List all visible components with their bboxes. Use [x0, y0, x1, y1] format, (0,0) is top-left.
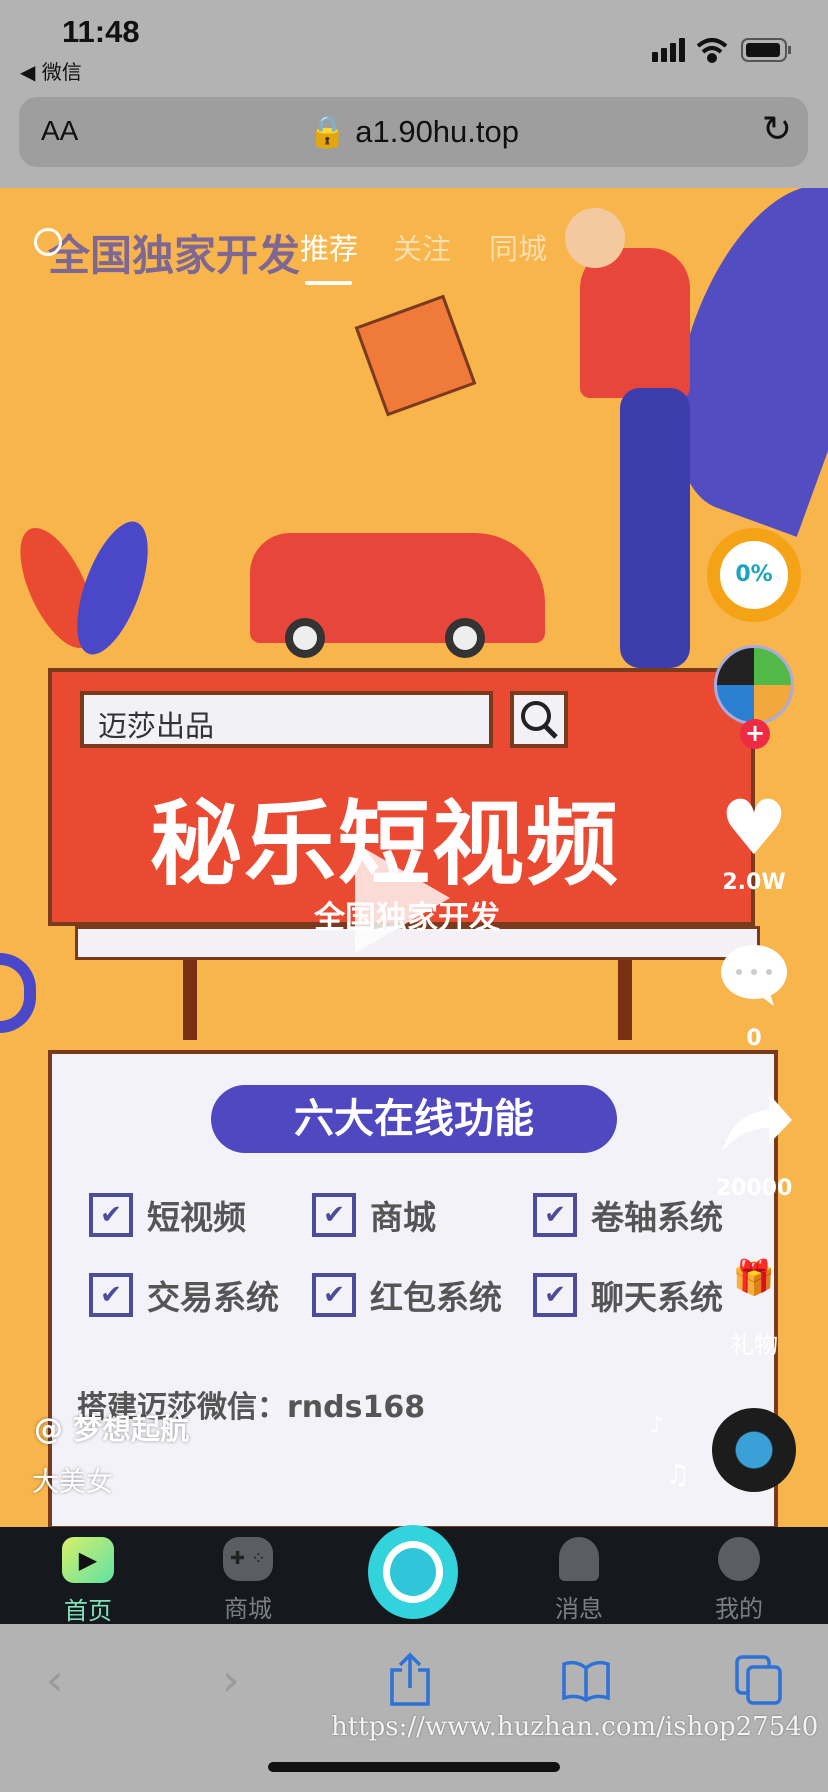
battery-icon [741, 38, 791, 62]
camera-icon [383, 1541, 443, 1603]
music-note-icon: ♪ [650, 1413, 665, 1438]
feature-item: ✔ 短视频 [89, 1191, 246, 1239]
sign-post [618, 960, 632, 1040]
tab-local[interactable]: 同城 [489, 226, 547, 268]
feature-item: ✔ 红包系统 [312, 1271, 502, 1319]
status-icons [652, 38, 791, 63]
ring-decoration [0, 953, 36, 1033]
courier-legs [620, 388, 690, 668]
feature-item: ✔ 聊天系统 [533, 1271, 723, 1319]
reload-icon[interactable]: ↻ [762, 109, 792, 150]
gift-label[interactable]: 礼物 [700, 1325, 808, 1360]
tab-me[interactable]: 我的 [679, 1537, 799, 1624]
tabs-icon[interactable] [734, 1654, 784, 1706]
video-feed[interactable]: 全国独家开发 推荐 关注 同城 迈莎出品 秘乐短视频 全国独家开发 六大在线功能… [0, 188, 828, 1527]
gamepad-icon: ✚ ⁘ [223, 1537, 273, 1581]
signal-icon [652, 38, 685, 62]
music-disc[interactable] [712, 1408, 796, 1492]
checkbox-icon: ✔ [89, 1273, 133, 1317]
checkbox-icon: ✔ [312, 1273, 356, 1317]
feature-item: ✔ 商城 [312, 1191, 436, 1239]
feature-item: ✔ 卷轴系统 [533, 1191, 723, 1239]
like-count: 2.0W [722, 870, 786, 895]
tab-following[interactable]: 关注 [393, 226, 451, 268]
lock-icon: 🔒 [308, 114, 347, 149]
follow-plus-icon[interactable]: + [740, 719, 770, 749]
back-button[interactable]: ‹ [46, 1655, 64, 1706]
back-to-wechat[interactable]: ◀ 微信 [20, 56, 82, 85]
checkbox-icon: ✔ [312, 1193, 356, 1237]
tab-home[interactable]: ▶ 首页 [28, 1537, 148, 1626]
url-text[interactable]: 🔒 a1.90hu.top [19, 113, 808, 150]
tab-messages[interactable]: 消息 [519, 1537, 639, 1624]
author-avatar[interactable] [714, 645, 794, 725]
van-wheel [285, 618, 325, 658]
active-tab-indicator [305, 281, 352, 285]
package-illustration [354, 294, 477, 417]
address-bar[interactable]: AA 🔒 a1.90hu.top ↻ [19, 97, 808, 167]
music-note-icon: ♫ [665, 1458, 691, 1491]
comment-icon[interactable] [700, 940, 808, 1016]
share-count: 20000 [715, 1176, 793, 1201]
smiley-icon [718, 1537, 760, 1581]
bookmarks-icon[interactable] [562, 1660, 610, 1702]
home-play-icon: ▶ [62, 1537, 114, 1583]
checkbox-icon: ✔ [533, 1273, 577, 1317]
sign-post [183, 960, 197, 1040]
poster-search-icon [510, 691, 568, 748]
comment-count: 0 [746, 1026, 762, 1051]
tab-mall[interactable]: ✚ ⁘ 商城 [188, 1537, 308, 1624]
forward-button[interactable]: › [222, 1655, 240, 1706]
record-button[interactable] [368, 1525, 458, 1619]
watermark: https://www.huzhan.com/ishop27540 [331, 1712, 819, 1742]
home-indicator [268, 1762, 560, 1772]
checkbox-icon: ✔ [89, 1193, 133, 1237]
play-icon[interactable] [355, 843, 450, 953]
heart-icon[interactable]: ♥ [700, 788, 808, 868]
progress-ring: 0% [707, 528, 801, 622]
share-sheet-icon[interactable] [388, 1652, 432, 1708]
tab-recommend[interactable]: 推荐 [300, 226, 358, 268]
features-heading: 六大在线功能 [211, 1085, 617, 1153]
poster-search-box: 迈莎出品 [80, 691, 493, 748]
author-name[interactable]: @ 梦想起航 [34, 1406, 189, 1448]
share-icon[interactable] [700, 1088, 808, 1164]
courier-head [565, 208, 625, 268]
overlay-title: 全国独家开发 [48, 231, 301, 280]
courier-illustration [580, 248, 690, 398]
van-wheel [445, 618, 485, 658]
feature-item: ✔ 交易系统 [89, 1271, 279, 1319]
checkbox-icon: ✔ [533, 1193, 577, 1237]
gift-icon[interactable]: 🎁 [700, 1258, 808, 1298]
status-time: 11:48 [62, 14, 140, 49]
search-icon[interactable] [34, 228, 62, 256]
wifi-icon [696, 38, 728, 63]
bell-icon [559, 1537, 599, 1581]
url: a1.90hu.top [355, 114, 519, 149]
video-description: 大美女 [32, 1467, 113, 1498]
